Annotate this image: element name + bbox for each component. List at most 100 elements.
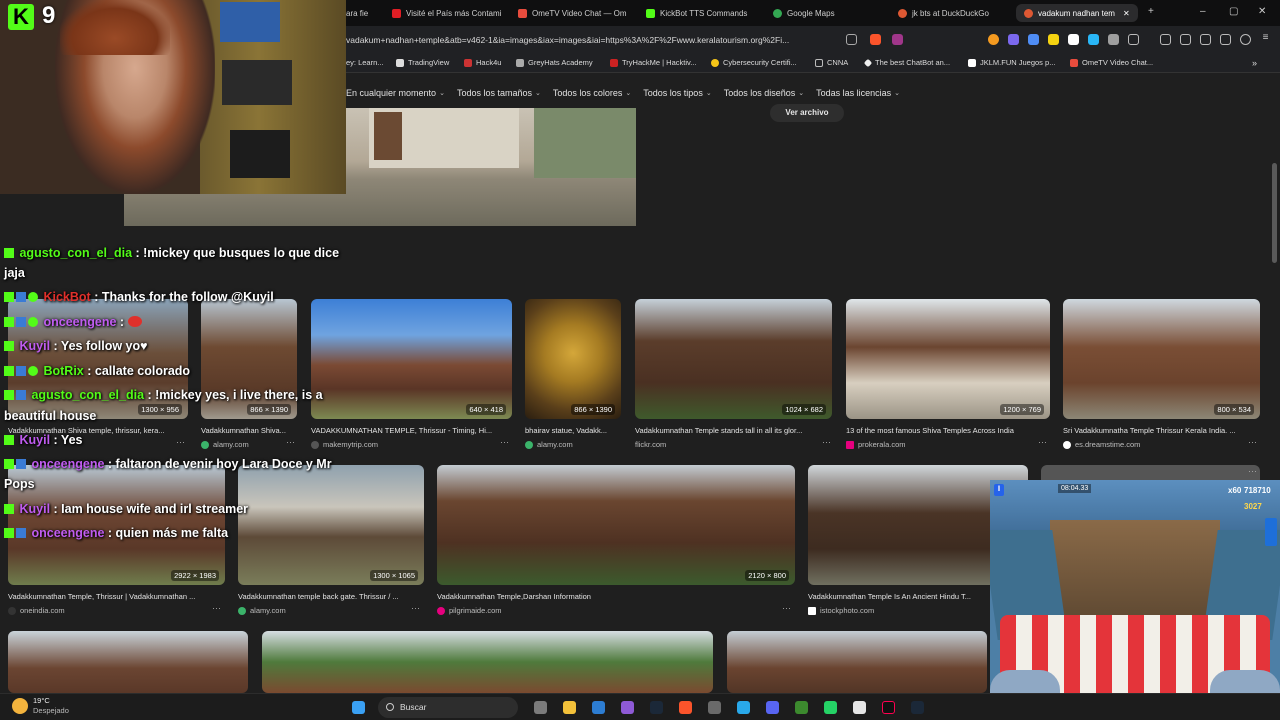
ver-archivo-button[interactable]: Ver archivo <box>770 104 844 122</box>
result-source[interactable]: pilgrimaide.com <box>437 606 502 615</box>
extension-icon[interactable] <box>1048 34 1059 45</box>
result-thumbnail[interactable]: 1024 × 682 <box>635 299 832 419</box>
filter-color[interactable]: Todos los colores ⌄ <box>553 84 631 102</box>
whatsapp-icon[interactable] <box>824 701 837 714</box>
bookmarks-overflow-icon[interactable]: » <box>1252 58 1257 68</box>
bookmark-item[interactable]: ey: Learn... <box>346 58 384 67</box>
result-caption[interactable]: Vadakkumnathan temple back gate. Thrissu… <box>238 592 424 601</box>
close-window-button[interactable]: ✕ <box>1258 6 1266 17</box>
result-caption[interactable]: Vadakkumnathan Temple Is An Ancient Hind… <box>808 592 988 601</box>
result-source[interactable]: makemytrip.com <box>311 440 378 449</box>
filter-type[interactable]: Todos los tipos ⌄ <box>643 84 711 102</box>
result-caption[interactable]: bhairav statue, Vadakk... <box>525 426 621 435</box>
brave-icon[interactable] <box>679 701 692 714</box>
wallet-icon[interactable] <box>1200 34 1211 45</box>
tab-2[interactable]: OmeTV Video Chat — Om <box>518 4 630 22</box>
more-options-icon[interactable]: ··· <box>411 603 420 613</box>
steam-icon[interactable] <box>650 701 663 714</box>
minimize-button[interactable]: – <box>1200 6 1206 17</box>
result-caption[interactable]: Vadakkumnathan Temple stands tall in all… <box>635 426 832 435</box>
more-options-icon[interactable]: ··· <box>782 603 791 613</box>
more-options-icon[interactable]: ··· <box>286 437 295 447</box>
result-source[interactable]: alamy.com <box>201 440 249 449</box>
pause-icon[interactable]: ‖ <box>994 484 1004 496</box>
bookmark-item[interactable]: Hack4u <box>464 58 501 67</box>
result-thumbnail[interactable] <box>727 631 987 693</box>
bookmark-folder[interactable]: CNNA <box>815 58 848 67</box>
file-explorer-icon[interactable] <box>563 701 576 714</box>
url-field[interactable]: vadakum+nadhan+temple&atb=v462-1&ia=imag… <box>346 32 866 49</box>
filter-license[interactable]: Todas las licencias ⌄ <box>816 84 900 102</box>
brave-rewards-icon[interactable] <box>892 34 903 45</box>
filter-time[interactable]: En cualquier momento ⌄ <box>346 84 445 102</box>
bookmark-item[interactable]: The best ChatBot an... <box>863 58 950 67</box>
bookmark-item[interactable]: Cybersecurity Certifi... <box>711 58 797 67</box>
result-caption[interactable]: VADAKKUMNATHAN TEMPLE, Thrissur - Timing… <box>311 426 512 435</box>
app-icon[interactable] <box>853 701 866 714</box>
more-options-icon[interactable]: ··· <box>176 437 185 447</box>
result-caption[interactable]: Vadakkumnathan Shiva... <box>201 426 297 435</box>
bookmark-item[interactable]: JKLM.FUN Juegos p... <box>968 58 1055 67</box>
more-options-icon[interactable]: ··· <box>500 437 509 447</box>
result-caption[interactable]: 13 of the most famous Shiva Temples Acro… <box>846 426 1050 435</box>
bookmark-item[interactable]: TryHackMe | Hacktiv... <box>610 58 696 67</box>
extension-icon[interactable] <box>1088 34 1099 45</box>
weather-desc[interactable]: Despejado <box>33 706 69 715</box>
result-thumbnail[interactable] <box>262 631 713 693</box>
tab-1[interactable]: Visité el País más Contami <box>392 4 504 22</box>
sidebar-icon[interactable] <box>1180 34 1191 45</box>
app-icon[interactable] <box>708 701 721 714</box>
bookmark-item[interactable]: TradingView <box>396 58 449 67</box>
result-thumbnail[interactable]: 866 × 1390 <box>525 299 621 419</box>
share-icon[interactable] <box>846 34 857 45</box>
extension-icon[interactable] <box>988 34 999 45</box>
weather-icon[interactable] <box>12 698 28 714</box>
filter-layout[interactable]: Todos los diseños ⌄ <box>724 84 804 102</box>
new-tab-button[interactable]: + <box>1148 6 1154 17</box>
result-source[interactable]: alamy.com <box>525 440 573 449</box>
telegram-icon[interactable] <box>737 701 750 714</box>
taskbar-search[interactable]: Buscar <box>378 697 518 718</box>
more-options-icon[interactable]: ··· <box>1248 466 1257 476</box>
result-source[interactable]: oneindia.com <box>8 606 65 615</box>
tab-4[interactable]: Google Maps <box>773 4 885 22</box>
windows-start-icon[interactable] <box>352 701 365 714</box>
tab-active[interactable]: vadakum nadhan tem ✕ <box>1016 4 1138 22</box>
result-thumbnail[interactable]: 800 × 534 <box>1063 299 1260 419</box>
minecraft-icon[interactable] <box>795 701 808 714</box>
bookmark-item[interactable]: OmeTV Video Chat... <box>1070 58 1153 67</box>
app-icon[interactable] <box>621 701 634 714</box>
result-caption[interactable]: Sri Vadakkumnatha Temple Thrissur Kerala… <box>1063 426 1260 435</box>
discord-icon[interactable] <box>766 701 779 714</box>
result-thumbnail[interactable]: 640 × 418 <box>311 299 512 419</box>
result-thumbnail[interactable]: 2120 × 800 <box>437 465 795 585</box>
more-options-icon[interactable]: ··· <box>1038 437 1047 447</box>
leo-icon[interactable] <box>1220 34 1231 45</box>
vpn-icon[interactable] <box>1240 34 1251 45</box>
result-source[interactable]: es.dreamstime.com <box>1063 440 1140 449</box>
task-view-icon[interactable] <box>534 701 547 714</box>
result-source[interactable]: alamy.com <box>238 606 286 615</box>
tab-3[interactable]: KickBot TTS Commands <box>646 4 758 22</box>
result-thumbnail[interactable] <box>8 631 248 693</box>
extension-icon[interactable] <box>1068 34 1079 45</box>
extension-icon[interactable] <box>1008 34 1019 45</box>
result-thumbnail[interactable]: 1300 × 1065 <box>238 465 424 585</box>
result-source[interactable]: flickr.com <box>635 440 666 449</box>
result-caption[interactable]: Vadakkumnathan Temple, Thrissur | Vadakk… <box>8 592 225 601</box>
tiktok-icon[interactable] <box>882 701 895 714</box>
result-thumbnail[interactable]: 1200 × 769 <box>846 299 1050 419</box>
filter-size[interactable]: Todos los tamaños ⌄ <box>457 84 541 102</box>
tab-0[interactable]: ara fie <box>346 4 386 22</box>
app-icon[interactable] <box>592 701 605 714</box>
extension-icon[interactable] <box>1028 34 1039 45</box>
result-source[interactable]: prokerala.com <box>846 440 906 449</box>
more-options-icon[interactable]: ··· <box>1248 437 1257 447</box>
steam-icon[interactable] <box>911 701 924 714</box>
extensions-menu-icon[interactable] <box>1128 34 1139 45</box>
result-caption[interactable]: Vadakkumnathan Temple,Darshan Informatio… <box>437 592 795 601</box>
scrollbar-thumb[interactable] <box>1272 163 1277 263</box>
brave-shield-icon[interactable] <box>870 34 881 45</box>
media-icon[interactable] <box>1160 34 1171 45</box>
extension-icon[interactable] <box>1108 34 1119 45</box>
